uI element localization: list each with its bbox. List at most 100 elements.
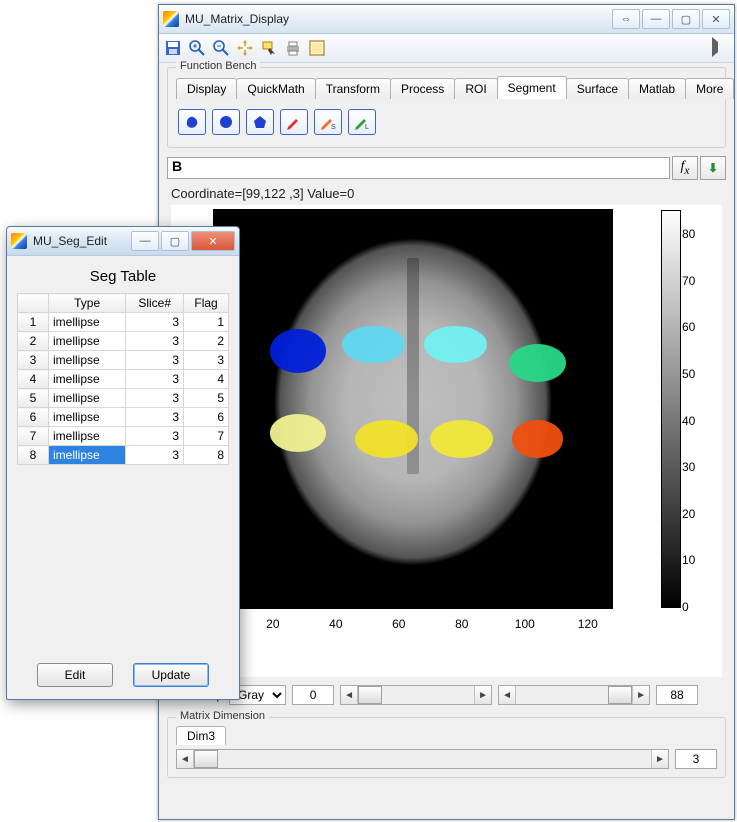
table-row[interactable]: 6imellipse36 (18, 408, 229, 427)
col-slice#[interactable]: Slice# (126, 294, 184, 313)
cell-flag[interactable]: 7 (184, 427, 229, 446)
slider-left-arrow-icon[interactable]: ◄ (177, 750, 194, 768)
dock-arrow-icon[interactable] (712, 37, 728, 57)
row-header[interactable]: 7 (18, 427, 49, 446)
polygon-tool-icon[interactable] (246, 109, 274, 135)
dim-slider[interactable]: ◄ ► (176, 749, 669, 769)
cell-slice[interactable]: 3 (126, 313, 184, 332)
tab-matlab[interactable]: Matlab (628, 78, 686, 99)
cell-slice[interactable]: 3 (126, 332, 184, 351)
edit-button[interactable]: Edit (37, 663, 113, 687)
print-icon[interactable] (283, 38, 303, 58)
circle-tool-icon[interactable] (212, 109, 240, 135)
update-button[interactable]: Update (133, 663, 209, 687)
seg-titlebar[interactable]: MU_Seg_Edit ― ▢ ✕ (7, 227, 239, 256)
dim-value-box[interactable]: 3 (675, 749, 717, 769)
row-header[interactable]: 8 (18, 446, 49, 465)
cell-slice[interactable]: 3 (126, 446, 184, 465)
apply-button[interactable]: ⬇ (700, 156, 726, 180)
cell-slice[interactable]: 3 (126, 351, 184, 370)
minimize-button[interactable]: ― (642, 9, 670, 29)
slider-left-arrow-icon[interactable]: ◄ (499, 686, 516, 704)
slider-right-arrow-icon[interactable]: ► (632, 686, 649, 704)
pan-icon[interactable] (235, 38, 255, 58)
roi-2[interactable] (342, 326, 405, 364)
cell-flag[interactable]: 6 (184, 408, 229, 427)
zoom-out-icon[interactable] (211, 38, 231, 58)
cell-type[interactable]: imellipse (49, 427, 126, 446)
cell-type[interactable]: imellipse (49, 370, 126, 389)
table-row[interactable]: 8imellipse38 (18, 446, 229, 465)
image-canvas[interactable] (213, 209, 613, 609)
cell-type[interactable]: imellipse (49, 351, 126, 370)
cell-flag[interactable]: 5 (184, 389, 229, 408)
blob-tool-icon[interactable] (178, 109, 206, 135)
roi-4[interactable] (509, 344, 566, 382)
undock-button[interactable]: ⇔ (612, 9, 640, 29)
roi-7[interactable] (430, 420, 493, 458)
cell-flag[interactable]: 3 (184, 351, 229, 370)
slider-right-arrow-icon[interactable]: ► (474, 686, 491, 704)
roi-5[interactable] (270, 414, 327, 452)
high-value-box[interactable]: 88 (656, 685, 698, 705)
col-type[interactable]: Type (49, 294, 126, 313)
high-slider[interactable]: ◄ ► (498, 685, 650, 705)
cell-type[interactable]: imellipse (49, 313, 126, 332)
pencil-red-icon[interactable] (280, 109, 308, 135)
cell-flag[interactable]: 4 (184, 370, 229, 389)
save-icon[interactable] (163, 38, 183, 58)
table-row[interactable]: 4imellipse34 (18, 370, 229, 389)
table-row[interactable]: 2imellipse32 (18, 332, 229, 351)
tab-surface[interactable]: Surface (566, 78, 629, 99)
tab-segment[interactable]: Segment (497, 76, 567, 99)
cell-flag[interactable]: 8 (184, 446, 229, 465)
row-header[interactable]: 4 (18, 370, 49, 389)
zoom-in-icon[interactable] (187, 38, 207, 58)
data-cursor-icon[interactable] (259, 38, 279, 58)
close-button[interactable]: ✕ (191, 231, 235, 251)
pencil-green-l-icon[interactable]: L (348, 109, 376, 135)
low-slider[interactable]: ◄ ► (340, 685, 492, 705)
minimize-button[interactable]: ― (131, 231, 159, 251)
cell-slice[interactable]: 3 (126, 389, 184, 408)
roi-8[interactable] (512, 420, 562, 458)
col-flag[interactable]: Flag (184, 294, 229, 313)
table-row[interactable]: 1imellipse31 (18, 313, 229, 332)
tab-more[interactable]: More (685, 78, 734, 99)
pencil-orange-s-icon[interactable]: S (314, 109, 342, 135)
low-value-box[interactable]: 0 (292, 685, 334, 705)
slider-left-arrow-icon[interactable]: ◄ (341, 686, 358, 704)
plot-area[interactable]: 20406080100120 01020304050607080 (171, 205, 722, 677)
cell-flag[interactable]: 1 (184, 313, 229, 332)
dim3-tab[interactable]: Dim3 (176, 726, 226, 745)
cell-flag[interactable]: 2 (184, 332, 229, 351)
maximize-button[interactable]: ▢ (672, 9, 700, 29)
slider-right-arrow-icon[interactable]: ► (651, 750, 668, 768)
roi-3[interactable] (424, 326, 487, 364)
tab-display[interactable]: Display (176, 78, 237, 99)
cell-type[interactable]: imellipse (49, 389, 126, 408)
cell-slice[interactable]: 3 (126, 408, 184, 427)
row-header[interactable]: 3 (18, 351, 49, 370)
tab-roi[interactable]: ROI (454, 78, 497, 99)
layout-icon[interactable] (307, 38, 327, 58)
tab-process[interactable]: Process (390, 78, 455, 99)
table-row[interactable]: 3imellipse33 (18, 351, 229, 370)
cell-slice[interactable]: 3 (126, 427, 184, 446)
roi-6[interactable] (355, 420, 418, 458)
table-row[interactable]: 5imellipse35 (18, 389, 229, 408)
formula-input[interactable]: B (167, 157, 670, 179)
cell-slice[interactable]: 3 (126, 370, 184, 389)
seg-table[interactable]: TypeSlice#Flag 1imellipse312imellipse323… (17, 293, 229, 465)
cell-type[interactable]: imellipse (49, 332, 126, 351)
tab-transform[interactable]: Transform (315, 78, 391, 99)
main-titlebar[interactable]: MU_Matrix_Display ⇔ ― ▢ ✕ (159, 5, 734, 34)
row-header[interactable]: 6 (18, 408, 49, 427)
cell-type[interactable]: imellipse (49, 408, 126, 427)
row-header[interactable]: 1 (18, 313, 49, 332)
row-header[interactable]: 2 (18, 332, 49, 351)
row-header[interactable]: 5 (18, 389, 49, 408)
tab-quickmath[interactable]: QuickMath (236, 78, 315, 99)
table-row[interactable]: 7imellipse37 (18, 427, 229, 446)
cell-type[interactable]: imellipse (49, 446, 126, 465)
